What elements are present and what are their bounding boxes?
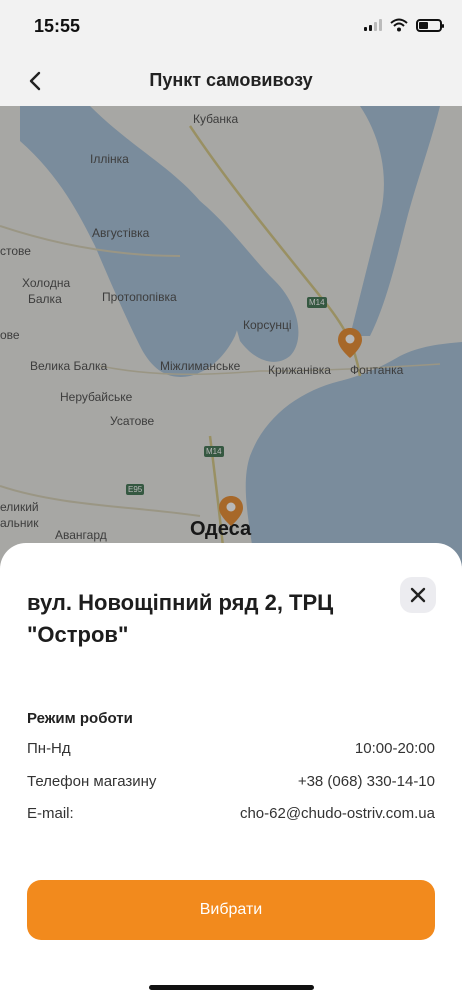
road-badge-m14-mid: M14 — [204, 446, 224, 457]
map-label-velykyi: еликий — [0, 500, 39, 514]
map-label-dalnyk: альник — [0, 516, 39, 530]
store-details-sheet: вул. Новощіпний ряд 2, ТРЦ "Остров" Режи… — [0, 543, 462, 1000]
select-button[interactable]: Вибрати — [27, 880, 435, 940]
map-label-usatove: Усатове — [110, 414, 155, 428]
status-time: 15:55 — [34, 16, 81, 36]
status-bar: 15:55 — [0, 0, 462, 56]
map-label-ove: ове — [0, 328, 20, 342]
info-label: Телефон магазину — [27, 773, 157, 790]
map-view[interactable]: Кубанка Іллінка Августівка стове Холодна… — [0, 106, 462, 566]
road-badge-m14-top: M14 — [307, 297, 327, 308]
map-label-kryzhanivka: Крижанівка — [268, 363, 331, 377]
status-icons — [364, 18, 444, 32]
email-link[interactable]: cho-62@chudo-ostriv.com.ua — [240, 805, 435, 822]
info-row-phone: Телефон магазину +38 (068) 330-14-10 — [27, 773, 435, 790]
nav-bar: Пункт самовивозу — [0, 56, 462, 106]
store-pin-icon[interactable] — [219, 496, 243, 526]
map-label-avhustivka: Августівка — [92, 226, 150, 240]
working-hours-heading: Режим роботи — [27, 710, 133, 727]
map-label-nerubaiske: Нерубайське — [60, 390, 133, 404]
store-pin-icon[interactable] — [338, 328, 362, 358]
info-row-email: E-mail: cho-62@chudo-ostriv.com.ua — [27, 805, 435, 822]
phone-link[interactable]: +38 (068) 330-14-10 — [298, 773, 435, 790]
map-label-balka: Балка — [28, 292, 62, 306]
info-row-hours: Пн-Нд 10:00-20:00 — [27, 740, 435, 757]
map-label-kubanka: Кубанка — [193, 112, 239, 126]
map-label-velyka-balka: Велика Балка — [30, 359, 108, 373]
info-label: E-mail: — [27, 805, 74, 822]
close-icon — [410, 587, 426, 603]
close-button[interactable] — [400, 577, 436, 613]
map-label-korsuntsi: Корсунці — [243, 318, 292, 332]
store-address: вул. Новощіпний ряд 2, ТРЦ "Остров" — [27, 590, 334, 647]
map-label-avanhard: Авангард — [55, 528, 107, 542]
map-label-fontanka: Фонтанка — [350, 363, 404, 377]
map-label-mizhlymanske: Міжлиманське — [160, 359, 241, 373]
signal-icon — [364, 19, 382, 31]
home-indicator — [149, 985, 314, 990]
info-value: 10:00-20:00 — [354, 740, 435, 757]
map-label-stove: стове — [0, 244, 31, 258]
map-label-protopopivka: Протопопівка — [102, 290, 177, 304]
info-label: Пн-Нд — [27, 740, 71, 757]
battery-icon — [416, 18, 444, 32]
map-label-kholodna: Холодна — [22, 276, 71, 290]
map-label-ilinka: Іллінка — [90, 152, 129, 166]
road-badge-e95: E95 — [126, 484, 145, 495]
wifi-icon — [390, 18, 408, 32]
page-title: Пункт самовивозу — [149, 70, 313, 90]
